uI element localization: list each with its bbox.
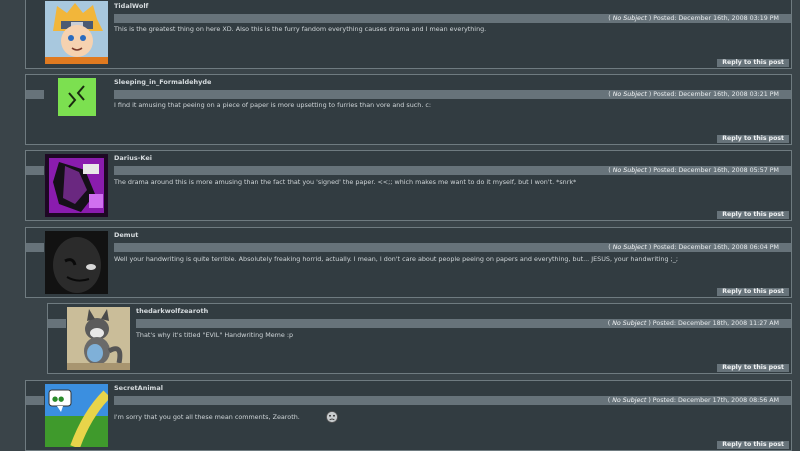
reply-button[interactable]: Reply to this post <box>717 59 789 67</box>
comment-body: Well your handwriting is quite terrible.… <box>114 255 679 263</box>
reply-button[interactable]: Reply to this post <box>717 288 789 296</box>
subject-bar: ( No Subject ) Posted: December 16th, 20… <box>114 166 791 175</box>
gutter-bar <box>26 90 44 99</box>
gutter-bar <box>48 319 66 328</box>
username[interactable]: Darius-Kei <box>114 154 152 162</box>
comment-body: I find it amusing that peeing on a piece… <box>114 101 432 109</box>
no-subject-label: No Subject <box>612 320 647 327</box>
subject-bar: ( No Subject ) Posted: December 18th, 20… <box>136 319 791 328</box>
comment-body-text: I'm sorry that you got all these mean co… <box>114 413 300 421</box>
no-subject-label: No Subject <box>612 167 647 174</box>
post-timestamp: Posted: December 17th, 2008 08:56 AM <box>652 397 779 404</box>
comment-body: This is the greatest thing on here XD. A… <box>114 25 487 33</box>
username[interactable]: SecretAnimal <box>114 384 163 392</box>
gutter-bar <box>26 396 44 405</box>
avatar[interactable] <box>45 154 108 217</box>
avatar[interactable] <box>67 307 130 370</box>
avatar[interactable] <box>45 231 108 294</box>
gutter-bar <box>26 166 44 175</box>
username[interactable]: thedarkwolfzearoth <box>136 307 208 315</box>
comment: Darius-Kei ( No Subject ) Posted: Decemb… <box>25 150 792 221</box>
no-subject-label: No Subject <box>612 397 647 404</box>
username[interactable]: TidalWolf <box>114 2 148 10</box>
post-timestamp: Posted: December 16th, 2008 06:04 PM <box>653 244 779 251</box>
comment: Sleeping_in_Formaldehyde ( No Subject ) … <box>25 74 792 145</box>
reply-button[interactable]: Reply to this post <box>717 364 789 372</box>
post-timestamp: Posted: December 18th, 2008 11:27 AM <box>652 320 779 327</box>
username[interactable]: Sleeping_in_Formaldehyde <box>114 78 211 86</box>
subject-bar: ( No Subject ) Posted: December 16th, 20… <box>114 90 791 99</box>
comment: ●● SecretAnimal ( No Subject ) Posted: D… <box>25 380 792 451</box>
comment-body: The drama around this is more amusing th… <box>114 178 577 186</box>
comment: TidalWolf ( No Subject ) Posted: Decembe… <box>25 0 792 69</box>
username[interactable]: Demut <box>114 231 138 239</box>
subject-bar: ( No Subject ) Posted: December 17th, 20… <box>114 396 791 405</box>
avatar[interactable]: ●● <box>45 384 108 447</box>
no-subject-label: No Subject <box>612 15 647 22</box>
post-timestamp: Posted: December 16th, 2008 05:57 PM <box>653 167 779 174</box>
reply-button[interactable]: Reply to this post <box>717 135 789 143</box>
sad-face-icon <box>326 408 338 427</box>
reply-button[interactable]: Reply to this post <box>717 211 789 219</box>
no-subject-label: No Subject <box>612 91 647 98</box>
subject-bar: ( No Subject ) Posted: December 16th, 20… <box>114 243 791 252</box>
comment-reply: thedarkwolfzearoth ( No Subject ) Posted… <box>47 303 792 374</box>
svg-text:●●: ●● <box>52 395 64 403</box>
no-subject-label: No Subject <box>612 244 647 251</box>
post-timestamp: Posted: December 16th, 2008 03:21 PM <box>653 91 779 98</box>
gutter-bar <box>26 243 44 252</box>
post-timestamp: Posted: December 16th, 2008 03:19 PM <box>653 15 779 22</box>
comment-body: That's why it's titled "EVIL" Handwritin… <box>136 331 294 339</box>
avatar[interactable] <box>58 78 96 116</box>
comment: Demut ( No Subject ) Posted: December 16… <box>25 227 792 298</box>
avatar[interactable] <box>45 1 108 64</box>
reply-button[interactable]: Reply to this post <box>717 441 789 449</box>
subject-bar: ( No Subject ) Posted: December 16th, 20… <box>114 14 791 23</box>
comment-body: I'm sorry that you got all these mean co… <box>114 413 300 421</box>
